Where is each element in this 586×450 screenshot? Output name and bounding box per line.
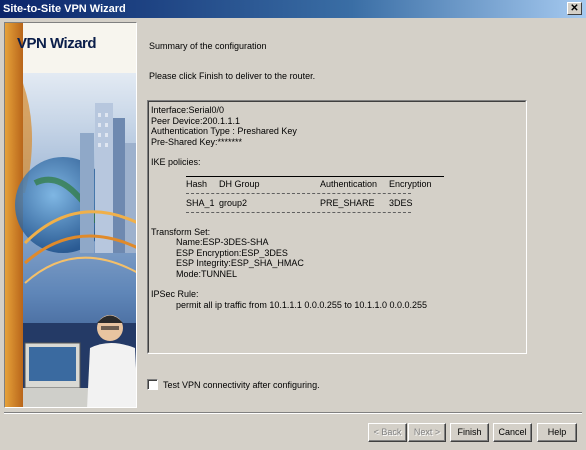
wizard-side-title: VPN Wizard	[17, 35, 97, 52]
transform-integrity: ESP Integrity:ESP_SHA_HMAC	[176, 258, 304, 268]
ike-policies-table: Hash DH Group Authentication Encryption …	[186, 175, 446, 213]
window-title: Site-to-Site VPN Wizard	[3, 3, 126, 15]
transform-encryption: ESP Encryption:ESP_3DES	[176, 247, 288, 258]
ike-cell-dh-group: group2	[219, 197, 248, 208]
configuration-summary-box[interactable]: Interface:Serial0/0 Peer Device:200.1.1.…	[147, 100, 527, 354]
ike-divider-bottom	[186, 211, 411, 213]
ike-header-row: Hash DH Group Authentication Encryption	[186, 179, 446, 190]
ike-data-row: SHA_1 group2 PRE_SHARE 3DES	[186, 198, 446, 209]
ike-table-rule	[186, 175, 444, 177]
close-button[interactable]: ✕	[567, 2, 582, 15]
cancel-button[interactable]: Cancel	[493, 423, 532, 442]
ike-policies-label: IKE policies:	[151, 157, 201, 167]
close-icon: ✕	[570, 3, 579, 14]
test-vpn-checkbox[interactable]	[147, 379, 158, 390]
test-vpn-option[interactable]: Test VPN connectivity after configuring.	[147, 379, 320, 390]
summary-auth-type: Authentication Type : Preshared Key	[151, 126, 297, 136]
wizard-side-panel: VPN Wizard	[4, 22, 137, 408]
help-button[interactable]: Help	[537, 423, 577, 442]
ike-cell-hash: SHA_1	[186, 197, 215, 208]
finish-button[interactable]: Finish	[450, 423, 489, 442]
summary-interface: Interface:Serial0/0	[151, 105, 225, 115]
transform-mode: Mode:TUNNEL	[176, 268, 238, 279]
ipsec-rule-label: IPSec Rule:	[151, 289, 199, 299]
button-bar-separator	[4, 412, 582, 414]
back-button[interactable]: < Back	[368, 423, 407, 442]
ike-header-encryption: Encryption	[389, 178, 432, 189]
ike-header-hash: Hash	[186, 178, 208, 189]
ike-cell-authentication: PRE_SHARE	[320, 197, 375, 208]
summary-peer-device: Peer Device:200.1.1.1	[151, 115, 241, 126]
next-button[interactable]: Next >	[408, 423, 446, 442]
wizard-main-panel: Summary of the configuration Please clic…	[139, 22, 582, 408]
transform-set-label: Transform Set:	[151, 226, 211, 237]
ike-header-authentication: Authentication	[320, 178, 378, 189]
instruction-text: Please click Finish to deliver to the ro…	[149, 71, 316, 81]
page-heading: Summary of the configuration	[149, 41, 267, 51]
window-titlebar: Site-to-Site VPN Wizard ✕	[0, 0, 586, 18]
ike-cell-encryption: 3DES	[389, 197, 413, 208]
ipsec-rule-text: permit all ip traffic from 10.1.1.1 0.0.…	[176, 299, 427, 310]
ike-header-dh-group: DH Group	[219, 178, 260, 189]
transform-name: Name:ESP-3DES-SHA	[176, 237, 269, 247]
wizard-illustration	[5, 23, 136, 407]
ike-divider	[186, 192, 411, 194]
summary-pre-shared-key: Pre-Shared Key:*******	[151, 136, 243, 147]
test-vpn-label: Test VPN connectivity after configuring.	[163, 379, 320, 390]
